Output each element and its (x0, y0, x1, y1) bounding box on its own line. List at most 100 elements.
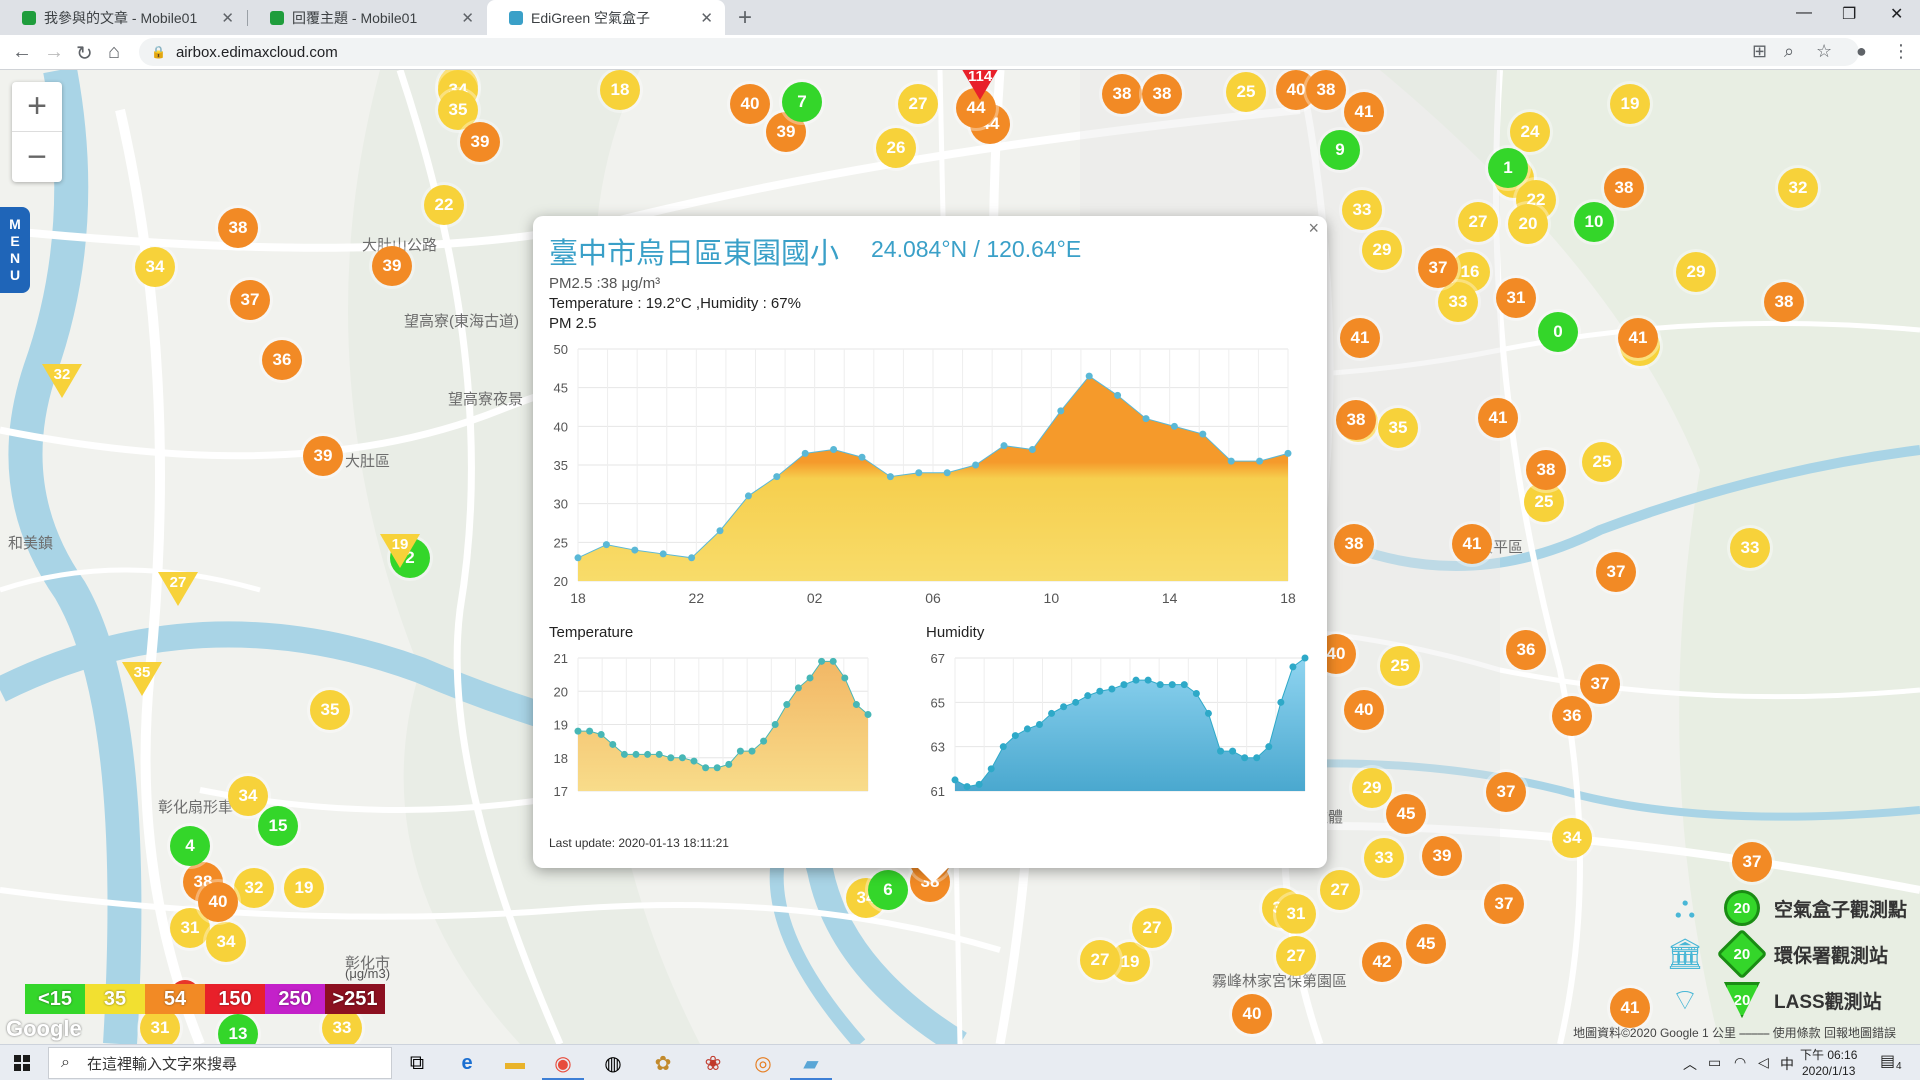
windows-start-icon[interactable] (14, 1055, 30, 1071)
edge-icon[interactable]: e (454, 1050, 480, 1076)
ime-indicator[interactable]: 中 (1780, 1054, 1794, 1074)
airbox-marker[interactable]: 29 (1676, 252, 1716, 292)
airbox-marker[interactable]: 6 (868, 870, 908, 910)
airbox-marker[interactable]: 15 (258, 806, 298, 846)
airbox-marker[interactable]: 29 (1362, 230, 1402, 270)
airbox-marker[interactable]: 22 (424, 185, 464, 225)
airbox-marker[interactable]: 10 (1574, 202, 1614, 242)
airbox-marker[interactable]: 33 (1438, 282, 1478, 322)
airbox-marker[interactable]: 37 (1732, 842, 1772, 882)
airbox-marker[interactable]: 29 (1352, 768, 1392, 808)
back-icon[interactable]: ← (12, 41, 32, 64)
wifi-icon[interactable]: ◠ (1734, 1054, 1746, 1071)
menu-button[interactable]: MENU (0, 207, 30, 293)
airbox-marker[interactable]: 38 (1526, 450, 1566, 490)
airbox-marker[interactable]: 40 (1232, 994, 1272, 1034)
airbox-marker[interactable]: 38 (1764, 282, 1804, 322)
airbox-marker[interactable]: 42 (1362, 942, 1402, 982)
airbox-marker[interactable]: 37 (1484, 884, 1524, 924)
airbox-marker[interactable]: 41 (1618, 318, 1658, 358)
airbox-marker[interactable]: 34 (228, 776, 268, 816)
lass-marker[interactable]: 35 (122, 662, 162, 696)
airbox-marker[interactable]: 26 (876, 128, 916, 168)
airbox-marker[interactable]: 40 (198, 882, 238, 922)
airbox-marker[interactable]: 19 (284, 868, 324, 908)
airbox-marker[interactable]: 38 (1334, 524, 1374, 564)
volume-icon[interactable]: ◁ (1758, 1054, 1769, 1071)
zoom-in-button[interactable]: + (12, 82, 62, 132)
airbox-marker[interactable]: 37 (1418, 248, 1458, 288)
airbox-marker[interactable]: 33 (1730, 528, 1770, 568)
airbox-marker[interactable]: 45 (1386, 794, 1426, 834)
app-icon-4[interactable]: ▰ (790, 1050, 832, 1080)
airbox-marker[interactable]: 40 (1344, 690, 1384, 730)
airbox-marker[interactable]: 27 (1458, 202, 1498, 242)
profile-icon[interactable]: ● (1856, 41, 1867, 62)
airbox-marker[interactable]: 24 (1510, 112, 1550, 152)
new-tab-icon[interactable]: + (738, 4, 752, 32)
airbox-marker[interactable]: 37 (1596, 552, 1636, 592)
zoom-icon[interactable]: ⌕ (1784, 41, 1794, 62)
airbox-marker[interactable]: 38 (1336, 400, 1376, 440)
bookmark-star-icon[interactable]: ☆ (1816, 41, 1832, 62)
app-icon-2[interactable]: ✿ (650, 1050, 676, 1076)
airbox-marker[interactable]: 39 (372, 246, 412, 286)
airbox-marker[interactable]: 34 (135, 247, 175, 287)
close-tab-icon[interactable]: ✕ (461, 9, 474, 27)
airbox-marker[interactable]: 37 (230, 280, 270, 320)
airbox-marker[interactable]: 36 (1552, 696, 1592, 736)
chrome-menu-icon[interactable]: ⋮ (1892, 41, 1910, 62)
airbox-marker[interactable]: 38 (1142, 74, 1182, 114)
lass-marker[interactable]: 27 (158, 572, 198, 606)
reload-icon[interactable]: ↻ (76, 41, 93, 66)
lass-marker[interactable]: 19 (380, 534, 420, 568)
airbox-marker[interactable]: 27 (1132, 908, 1172, 948)
airbox-marker[interactable]: 31 (1496, 278, 1536, 318)
lass-marker[interactable]: 32 (42, 364, 82, 398)
airbox-marker[interactable]: 38 (1306, 70, 1346, 110)
translate-icon[interactable]: ⊞ (1752, 41, 1767, 62)
airbox-marker[interactable]: 20 (1508, 204, 1548, 244)
airbox-marker[interactable]: 27 (1080, 940, 1120, 980)
airbox-marker[interactable]: 32 (1778, 168, 1818, 208)
airbox-marker[interactable]: 36 (1506, 630, 1546, 670)
battery-icon[interactable]: ▭ (1708, 1054, 1721, 1071)
airbox-marker[interactable]: 7 (782, 82, 822, 122)
airbox-marker[interactable]: 45 (1406, 924, 1446, 964)
airbox-marker[interactable]: 41 (1610, 988, 1650, 1028)
airbox-marker[interactable]: 27 (1276, 936, 1316, 976)
forward-icon[interactable]: → (44, 41, 64, 64)
home-icon[interactable]: ⌂ (108, 41, 120, 64)
task-view-icon[interactable]: ⧉ (404, 1050, 430, 1076)
airbox-marker[interactable]: 33 (1342, 190, 1382, 230)
address-bar[interactable]: 🔒 airbox.edimaxcloud.com (139, 38, 1859, 66)
airbox-marker[interactable]: 35 (310, 690, 350, 730)
tray-chevron-icon[interactable]: ︿ (1683, 1054, 1697, 1074)
airbox-marker[interactable]: 38 (1604, 168, 1644, 208)
airbox-marker[interactable]: 36 (262, 340, 302, 380)
airbox-marker[interactable]: 25 (1226, 72, 1266, 112)
airbox-marker[interactable]: 38 (218, 208, 258, 248)
tab-mobile01-reply[interactable]: 回覆主題 - Mobile01 ✕ (248, 0, 486, 35)
airbox-marker[interactable]: 18 (600, 70, 640, 110)
close-window-icon[interactable]: ✕ (1890, 4, 1903, 24)
airbox-marker[interactable]: 25 (1380, 646, 1420, 686)
airbox-marker[interactable]: 27 (898, 84, 938, 124)
airbox-marker[interactable]: 32 (234, 868, 274, 908)
airbox-marker[interactable]: 25 (1582, 442, 1622, 482)
lass-marker[interactable]: 114 (960, 70, 1000, 100)
minimize-icon[interactable]: — (1796, 4, 1812, 22)
tab-mobile01-articles[interactable]: 我參與的文章 - Mobile01 ✕ (0, 0, 246, 35)
airbox-marker[interactable]: 9 (1320, 130, 1360, 170)
chrome-icon[interactable]: ◉ (542, 1050, 584, 1080)
file-explorer-icon[interactable]: ▬ (502, 1050, 528, 1076)
airbox-marker[interactable]: 19 (1610, 84, 1650, 124)
close-tab-icon[interactable]: ✕ (700, 9, 713, 27)
airbox-marker[interactable]: 39 (303, 436, 343, 476)
system-clock[interactable]: 下午 06:16 2020/1/13 (1800, 1047, 1857, 1079)
close-tab-icon[interactable]: ✕ (221, 9, 234, 27)
airbox-marker[interactable]: 0 (1538, 312, 1578, 352)
airbox-marker[interactable]: 37 (1580, 664, 1620, 704)
app-icon-3[interactable]: ❀ (700, 1050, 726, 1076)
notification-icon[interactable]: ▤ (1880, 1051, 1895, 1071)
